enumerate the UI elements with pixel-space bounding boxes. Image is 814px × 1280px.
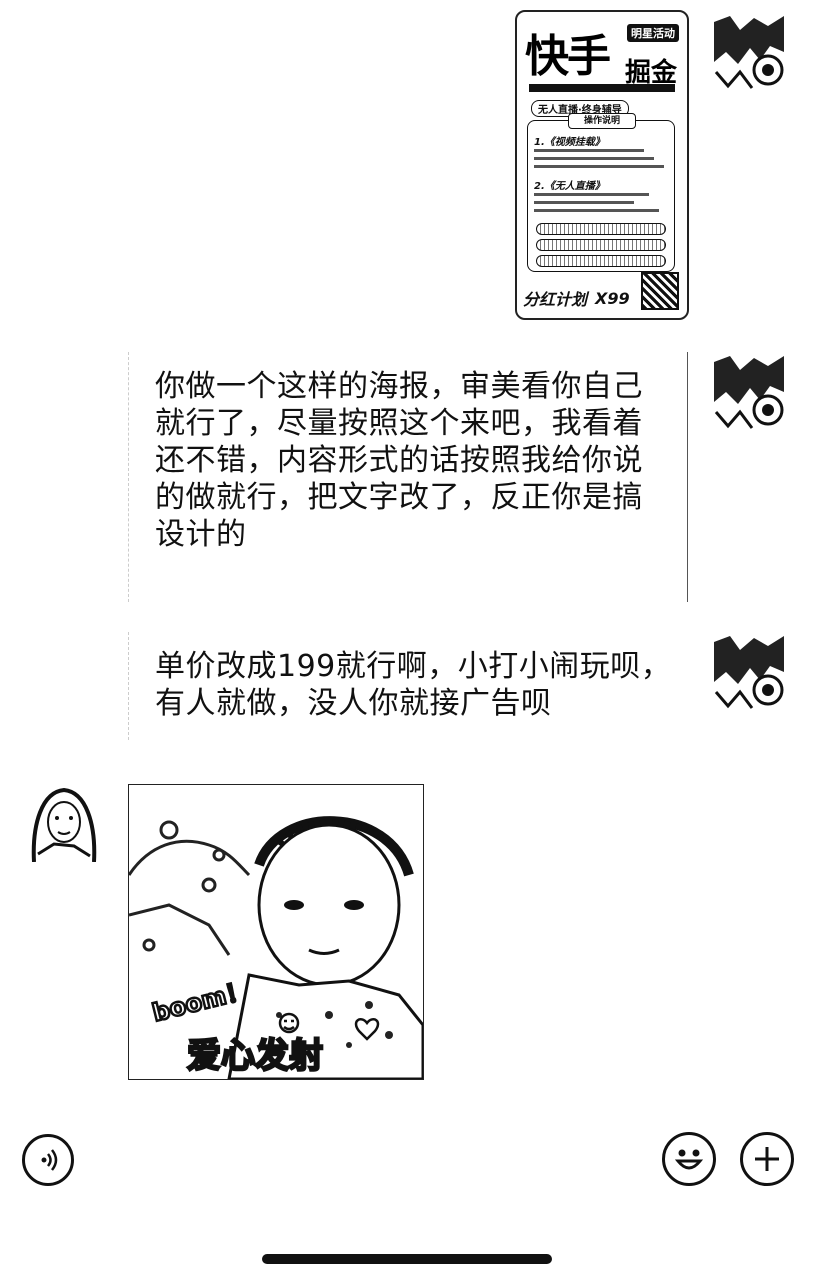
poster-footer-price: X99 (595, 289, 630, 308)
poster-text-line (534, 157, 654, 160)
poster-subtitle-bar (529, 84, 675, 92)
avatar-self[interactable] (24, 784, 102, 862)
poster-qr-code (641, 272, 679, 310)
message-text: 你做一个这样的海报，审美看你自己就行了，尽量按照这个来吧，我看着还不错，内容形式… (155, 369, 643, 552)
avatar-image (710, 12, 788, 90)
poster-option-bar (536, 223, 666, 235)
poster-text-line (534, 193, 649, 196)
poster-text-line (534, 209, 659, 212)
poster-item-2: 2.《无人直播》 (534, 181, 605, 192)
voice-icon (41, 1149, 58, 1171)
poster-item-1: 1.《视频挂载》 (534, 137, 605, 148)
voice-button[interactable] (22, 1134, 74, 1186)
poster-section-header: 操作说明 (568, 113, 636, 129)
sticker-caption-bottom: 爱心发射 (187, 1036, 323, 1076)
avatar-image (24, 784, 102, 862)
avatar-image (710, 632, 788, 710)
avatar-other[interactable] (710, 352, 788, 430)
poster-text-line (534, 149, 644, 152)
poster-image-message[interactable]: 快手 明星活动 掘金 无人直播·终身辅导 操作说明 1.《视频挂载》 2.《无人… (515, 10, 689, 320)
avatar-other[interactable] (710, 632, 788, 710)
poster-tag: 明星活动 (627, 24, 679, 42)
poster-title: 快手 (525, 31, 611, 82)
emoji-button[interactable] (662, 1132, 716, 1186)
poster-option-bar (536, 239, 666, 251)
sticker-image-message[interactable]: boom！ 爱心发射 (128, 784, 424, 1080)
avatar-image (710, 352, 788, 430)
avatar-other[interactable] (710, 12, 788, 90)
message-text: 单价改成199就行啊，小打小闹玩呗，有人就做，没人你就接广告呗 (155, 649, 672, 721)
poster-footer-brand: 分红计划 (523, 290, 588, 309)
poster-option-bar (536, 255, 666, 267)
poster-text-line (534, 201, 634, 204)
message-bubble[interactable]: 你做一个这样的海报，审美看你自己就行了，尽量按照这个来吧，我看着还不错，内容形式… (128, 352, 688, 602)
plus-icon (755, 1147, 779, 1171)
plus-button[interactable] (740, 1132, 794, 1186)
sticker-image: boom！ 爱心发射 (129, 785, 423, 1079)
poster-content-box: 操作说明 1.《视频挂载》 2.《无人直播》 (527, 113, 675, 272)
message-bubble[interactable]: 单价改成199就行啊，小打小闹玩呗，有人就做，没人你就接广告呗 (128, 632, 687, 740)
poster-text-line (534, 165, 664, 168)
emoji-icon (674, 1149, 704, 1170)
home-indicator[interactable] (262, 1254, 552, 1264)
